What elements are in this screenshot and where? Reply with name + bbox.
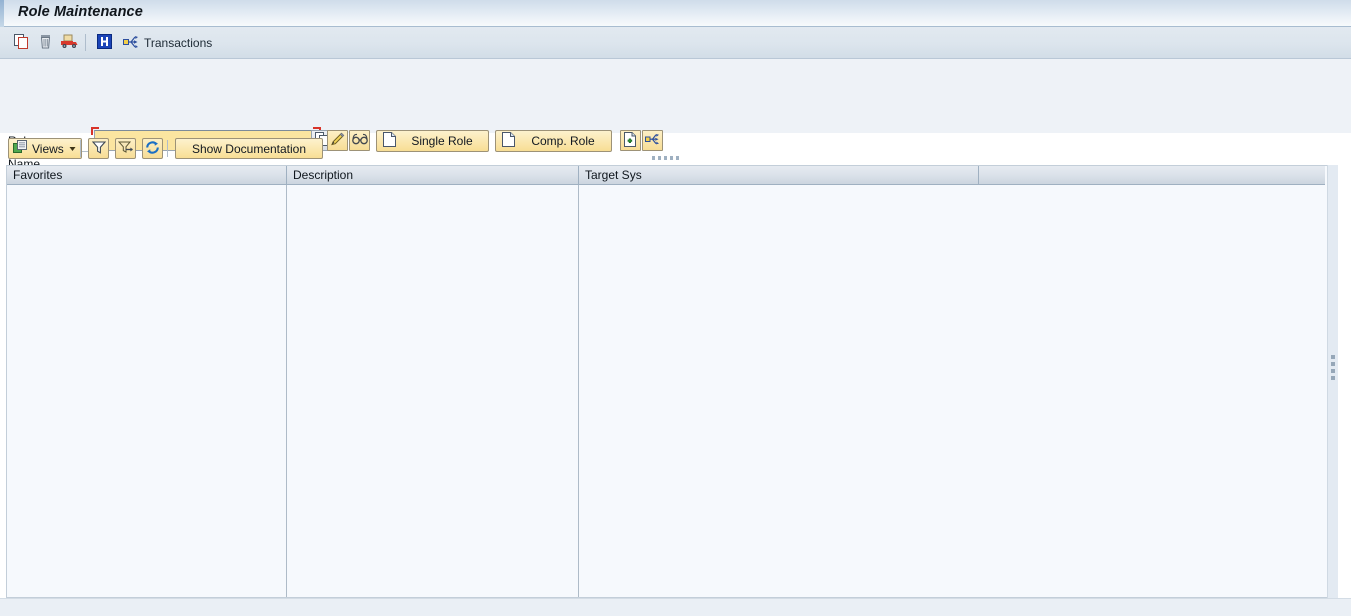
- title-accent-bar: [0, 0, 4, 27]
- vertical-splitter[interactable]: [1327, 165, 1338, 598]
- column-header-target-sys[interactable]: Target Sys: [579, 166, 979, 185]
- copy-icon: [13, 33, 30, 53]
- favorites-table: Favorites Description Target Sys: [6, 165, 1328, 598]
- column-divider-1: [286, 185, 287, 597]
- views-separator-1: [80, 140, 81, 157]
- transport-button[interactable]: [58, 31, 81, 54]
- column-header-favorites[interactable]: Favorites: [7, 166, 287, 185]
- column-divider-2: [578, 185, 579, 597]
- filter-icon: [91, 140, 106, 157]
- main-toolbar: Transactions © www.tutorialkart.com: [0, 27, 1351, 87]
- table-header-row: Favorites Description Target Sys: [7, 166, 1327, 185]
- delete-filter-icon: [117, 140, 134, 157]
- delete-filter-button[interactable]: [115, 138, 136, 159]
- vertical-splitter-grip: [1331, 355, 1335, 380]
- table-body[interactable]: [7, 185, 1327, 597]
- transport-icon: [60, 33, 79, 53]
- refresh-icon: [145, 140, 160, 158]
- info-button[interactable]: [93, 31, 116, 54]
- filter-button[interactable]: [88, 138, 109, 159]
- views-icon: [13, 140, 28, 157]
- copy-button[interactable]: [10, 31, 33, 54]
- column-header-description[interactable]: Description: [287, 166, 579, 185]
- delete-icon: [37, 33, 54, 53]
- views-separator-2: [167, 140, 168, 157]
- show-documentation-button[interactable]: Show Documentation: [175, 138, 323, 159]
- transactions-button[interactable]: Transactions: [120, 32, 215, 53]
- views-button[interactable]: Views: [8, 138, 82, 159]
- refresh-button[interactable]: [142, 138, 163, 159]
- info-icon: [97, 33, 112, 52]
- window-title-bar: Role Maintenance: [0, 0, 1351, 27]
- distribute-icon: [123, 34, 139, 52]
- toolbar-separator-1: [85, 34, 86, 51]
- views-label: Views: [32, 141, 64, 156]
- chevron-down-icon: [68, 142, 77, 156]
- transactions-label: Transactions: [144, 35, 213, 50]
- column-header-empty[interactable]: [979, 166, 1325, 185]
- role-form-area: Role: [0, 59, 1351, 174]
- delete-button[interactable]: [34, 31, 57, 54]
- horizontal-splitter-handle[interactable]: [652, 155, 686, 161]
- show-documentation-label: Show Documentation: [191, 141, 307, 156]
- page-title: Role Maintenance: [18, 4, 143, 20]
- status-bar: [0, 598, 1351, 616]
